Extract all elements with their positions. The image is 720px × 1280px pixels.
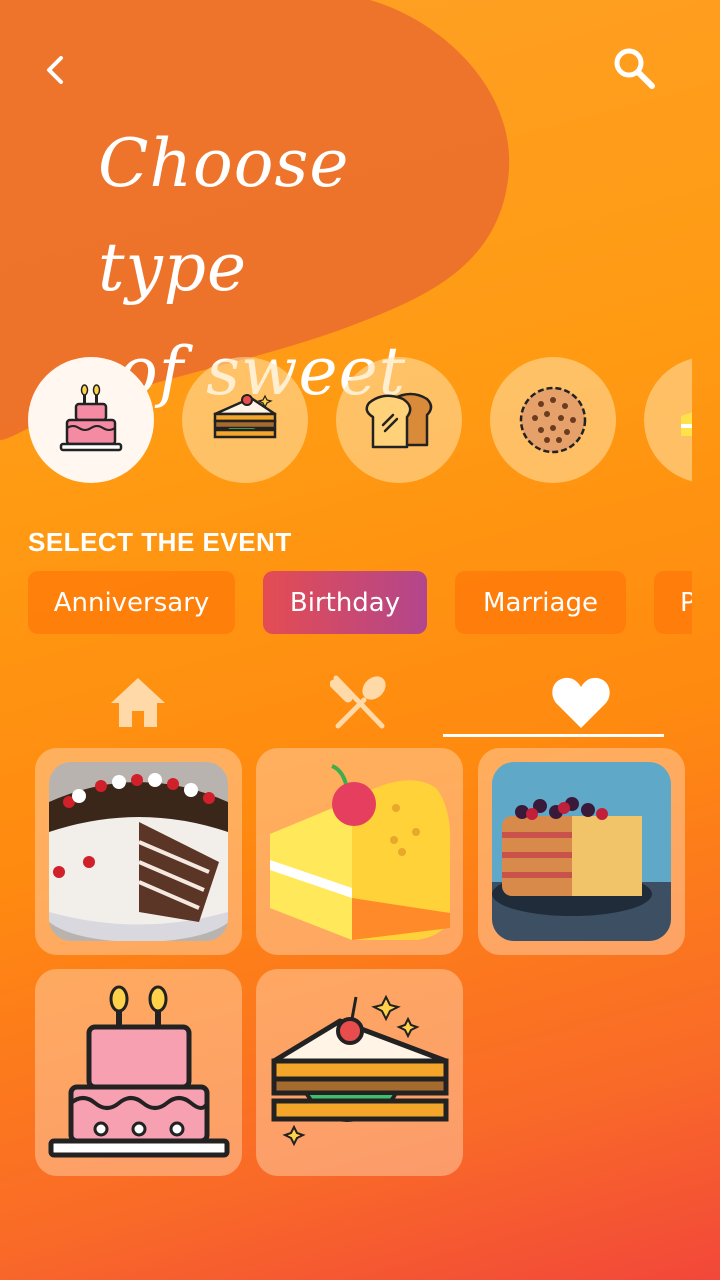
category-cookie[interactable]	[490, 357, 616, 483]
sweet-category-list	[28, 357, 692, 483]
tab-favorites[interactable]	[471, 668, 691, 736]
chevron-left-icon	[47, 56, 63, 84]
event-chip-list: Anniversary Birthday Marriage P	[28, 571, 692, 634]
content-tab-bar	[28, 668, 692, 738]
page-title-line1: Choose type	[98, 125, 350, 306]
back-button[interactable]	[26, 40, 86, 100]
home-icon	[111, 678, 165, 727]
bread-icon	[365, 392, 433, 449]
cheese-cake-slice-icon	[270, 764, 451, 940]
select-event-label: SELECT THE EVENT	[28, 527, 292, 557]
favorite-card-sandwich-cake[interactable]	[256, 969, 463, 1176]
black-forest-cake-photo	[49, 762, 228, 941]
event-chip-marriage[interactable]: Marriage	[455, 571, 626, 634]
sandwich-cake-icon	[271, 994, 449, 1147]
favorite-card-cheese-cake[interactable]	[256, 748, 463, 955]
active-tab-indicator	[443, 734, 664, 737]
search-icon	[614, 48, 655, 89]
birthday-cake-icon	[48, 985, 230, 1158]
cookie-icon	[519, 386, 587, 454]
category-bread[interactable]	[336, 357, 462, 483]
heart-icon	[552, 677, 610, 728]
favorite-card-black-forest-cake[interactable]	[35, 748, 242, 955]
event-chip-anniversary[interactable]: Anniversary	[28, 571, 235, 634]
category-sandwich-cake[interactable]	[182, 357, 308, 483]
search-button[interactable]	[604, 38, 664, 98]
tab-home[interactable]	[28, 668, 248, 736]
event-chip-birthday[interactable]: Birthday	[263, 571, 427, 634]
category-cheese-cake[interactable]	[644, 357, 692, 483]
event-chip-partial[interactable]: P	[654, 571, 692, 634]
favorite-card-berry-layer-cake[interactable]	[478, 748, 685, 955]
favorite-card-birthday-cake[interactable]	[35, 969, 242, 1176]
cheese-cake-icon	[681, 412, 692, 436]
tab-food[interactable]	[250, 668, 470, 736]
birthday-cake-icon	[59, 384, 123, 452]
berry-layer-cake-photo	[492, 762, 671, 941]
category-birthday-cake[interactable]	[28, 357, 154, 483]
fork-spoon-icon	[330, 675, 386, 729]
sandwich-cake-icon	[213, 394, 277, 439]
